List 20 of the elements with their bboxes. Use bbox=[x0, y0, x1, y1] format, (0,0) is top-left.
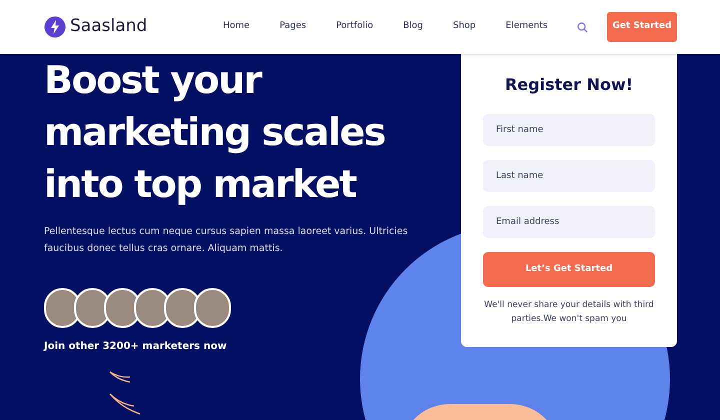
headline: marketing scales bbox=[44, 109, 386, 156]
nav-link[interactable]: Pages bbox=[280, 20, 306, 34]
headline: Boost your bbox=[44, 57, 263, 104]
nav-link[interactable]: Shop bbox=[453, 20, 476, 34]
join-text: Join other 3200+ marketers now bbox=[44, 340, 228, 354]
nav-link[interactable]: Portfolio bbox=[336, 20, 374, 34]
nav-link[interactable]: Elements bbox=[506, 20, 548, 34]
hero-description: Pellentesque lectus cum neque cursus sapien massa laoreet varius. Ultricies faucibus donec tellus cras ornare. Aliquam mattis. bbox=[44, 225, 409, 256]
nav-link[interactable]: Blog bbox=[403, 20, 423, 34]
search-icon[interactable] bbox=[577, 22, 588, 32]
register-title: Register Now! bbox=[504, 74, 634, 96]
input-field[interactable]: Last name bbox=[483, 160, 655, 192]
input-field[interactable]: Email address bbox=[483, 206, 655, 238]
logo-text: Saasland bbox=[70, 15, 148, 38]
nav-link[interactable]: Home bbox=[223, 20, 250, 34]
lightning-logo-icon bbox=[44, 16, 66, 38]
avatar bbox=[194, 288, 231, 328]
input-field[interactable]: First name bbox=[483, 114, 655, 146]
privacy-note: We'll never share your details with third parties.We won't spam you bbox=[483, 299, 655, 326]
headline: into top market bbox=[44, 161, 358, 208]
